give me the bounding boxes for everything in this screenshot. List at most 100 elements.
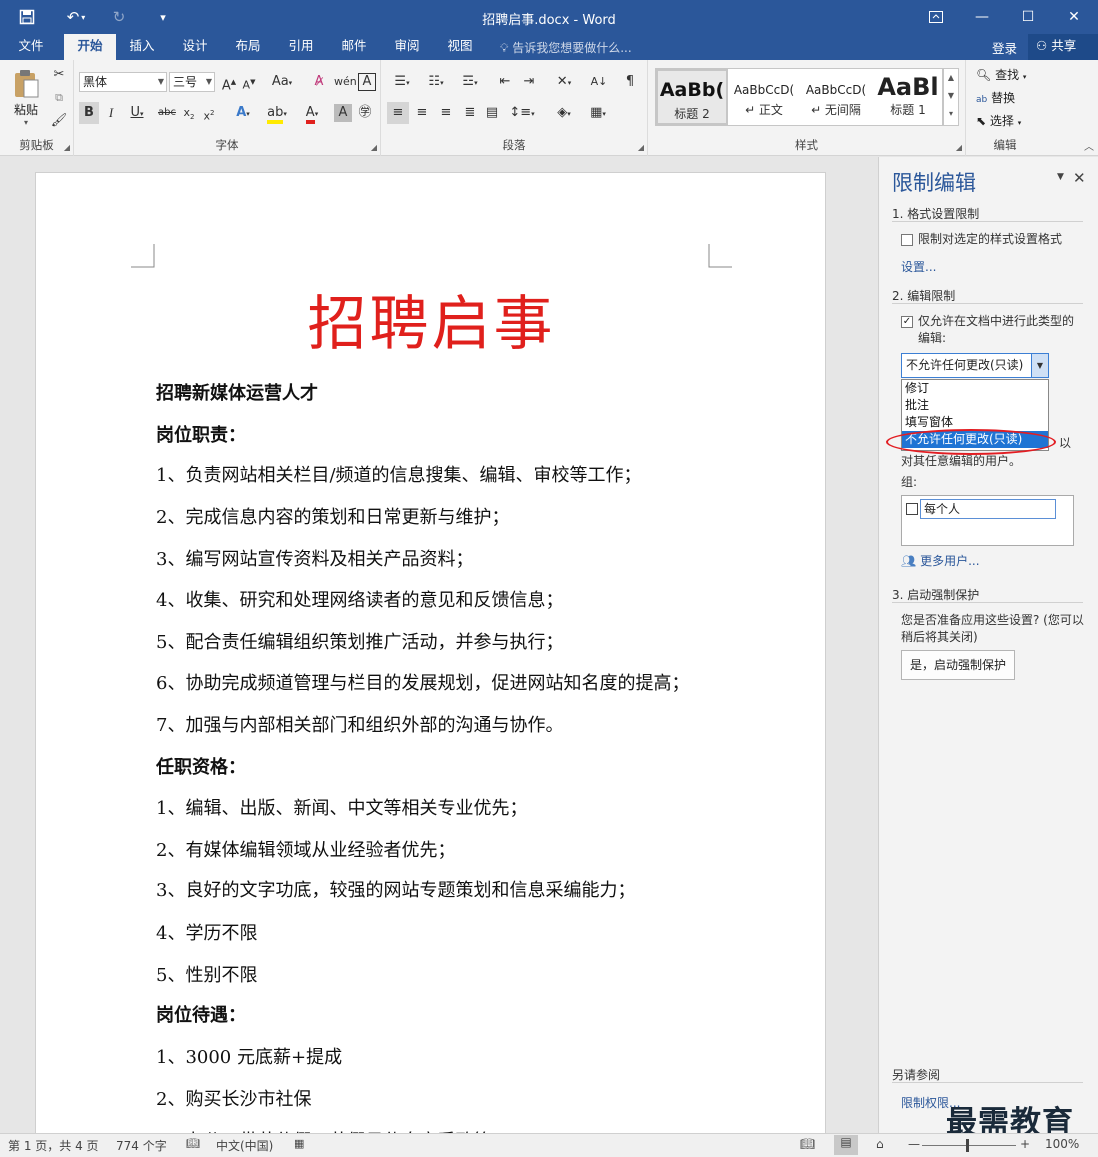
align-left-icon[interactable]: ≡: [387, 102, 409, 124]
font-color-icon[interactable]: A▾: [298, 102, 326, 124]
styles-dialog-launcher-icon[interactable]: ◢: [956, 143, 962, 152]
phonetic-guide-icon[interactable]: wén: [334, 71, 357, 93]
tab-references[interactable]: 引用: [277, 34, 325, 60]
tab-layout[interactable]: 布局: [224, 34, 272, 60]
superscript-button[interactable]: x2: [200, 102, 218, 124]
share-button[interactable]: ⚇ 共享: [1028, 34, 1098, 60]
font-name-combo[interactable]: 黑体 ▼: [79, 72, 167, 92]
character-shading-icon[interactable]: A: [334, 104, 352, 122]
editing-type-select[interactable]: 不允许任何更改(只读) ▼: [901, 353, 1049, 378]
paragraph-group: ☰▾ ☷▾ ☲▾ ⇤ ⇥ ✕▾ A↓ ¶ ≡ ≡ ≡ ≣ ▤ ↕≡▾ ◈▾ ▦▾…: [381, 60, 648, 156]
highlight-color-icon[interactable]: ab▾: [262, 102, 292, 124]
tab-insert[interactable]: 插入: [118, 34, 166, 60]
everyone-item[interactable]: 每个人: [920, 499, 1056, 519]
change-case-icon[interactable]: Aa▾: [268, 71, 296, 93]
clipboard-dialog-launcher-icon[interactable]: ◢: [64, 143, 70, 152]
tab-review[interactable]: 审阅: [383, 34, 431, 60]
enforcement-question-line2: 稍后将其关闭): [901, 630, 978, 644]
distributed-icon[interactable]: ▤: [481, 102, 503, 124]
pane-close-icon[interactable]: ✕: [1073, 169, 1086, 187]
bullets-icon[interactable]: ☰▾: [387, 71, 417, 93]
clear-formatting-icon[interactable]: A̷: [310, 71, 328, 93]
font-dialog-launcher-icon[interactable]: ◢: [371, 143, 377, 152]
zoom-slider-thumb[interactable]: [966, 1139, 969, 1152]
align-right-icon[interactable]: ≡: [435, 102, 457, 124]
paste-button[interactable]: 粘贴 ▾: [8, 68, 44, 127]
show-formatting-marks-icon[interactable]: ¶: [621, 71, 639, 93]
text-effects-icon[interactable]: A▾: [230, 102, 256, 124]
style-heading-2[interactable]: AaBb( 标题 2: [656, 69, 728, 125]
tab-view[interactable]: 视图: [436, 34, 484, 60]
cut-icon[interactable]: ✂: [50, 64, 68, 86]
borders-icon[interactable]: ▦▾: [583, 102, 613, 124]
formatting-restriction-checkbox[interactable]: [901, 234, 913, 246]
underline-button[interactable]: U▾: [124, 102, 150, 124]
shrink-font-icon[interactable]: A▼: [240, 71, 258, 93]
font-size-combo[interactable]: 三号 ▼: [169, 72, 215, 92]
zoom-slider[interactable]: [922, 1145, 1016, 1146]
document-page[interactable]: 招聘启事 招聘新媒体运营人才 岗位职责： 1、负责网站相关栏目/频道的信息搜集、编辑…: [35, 172, 826, 1133]
decrease-indent-icon[interactable]: ⇤: [495, 71, 515, 93]
enclose-characters-icon[interactable]: ㊫: [356, 102, 374, 124]
increase-indent-icon[interactable]: ⇥: [519, 71, 539, 93]
start-enforcement-button[interactable]: 是，启动强制保护: [901, 650, 1015, 680]
macro-icon[interactable]: ▦: [294, 1137, 304, 1150]
web-layout-icon[interactable]: ⌂: [876, 1137, 884, 1151]
select-button[interactable]: ⬉ 选择 ▾: [976, 112, 1021, 129]
style-no-spacing[interactable]: AaBbCcD( ↵ 无间隔: [800, 69, 872, 125]
editing-restriction-checkbox[interactable]: ✓: [901, 316, 913, 328]
tab-home[interactable]: 开始: [64, 34, 116, 60]
zoom-in-icon[interactable]: +: [1020, 1137, 1030, 1151]
more-users-link[interactable]: 👥︎ 更多用户...: [901, 552, 980, 569]
minimize-icon[interactable]: —: [958, 0, 1006, 34]
align-center-icon[interactable]: ≡: [411, 102, 433, 124]
maximize-icon[interactable]: ☐: [1004, 0, 1052, 34]
paragraph-dialog-launcher-icon[interactable]: ◢: [638, 143, 644, 152]
language-indicator[interactable]: 中文(中国): [216, 1137, 273, 1154]
grow-font-icon[interactable]: A▲: [220, 71, 238, 93]
tab-design[interactable]: 设计: [171, 34, 219, 60]
settings-link[interactable]: 设置...: [901, 258, 936, 275]
bold-button[interactable]: B: [79, 102, 99, 124]
numbering-icon[interactable]: ☷▾: [421, 71, 451, 93]
character-border-icon[interactable]: A: [358, 73, 376, 91]
replace-button[interactable]: ab 替换: [976, 89, 1015, 106]
close-icon[interactable]: ✕: [1050, 0, 1098, 34]
sign-in-link[interactable]: 登录: [992, 38, 1017, 57]
word-count[interactable]: 774 个字: [116, 1137, 167, 1154]
tell-me-box[interactable]: 💡︎ 告诉我您想要做什么...: [500, 39, 632, 56]
style-preview: AaBl: [877, 73, 939, 101]
read-mode-icon[interactable]: 📖︎: [800, 1137, 815, 1151]
strikethrough-button[interactable]: abc: [156, 102, 178, 124]
option-comments[interactable]: 批注: [902, 397, 1048, 414]
justify-icon[interactable]: ≣: [459, 102, 481, 124]
style-normal[interactable]: AaBbCcD( ↵ 正文: [728, 69, 800, 125]
copy-icon[interactable]: ⧉: [50, 87, 68, 109]
ribbon-display-options-icon[interactable]: [912, 0, 960, 34]
multilevel-list-icon[interactable]: ☲▾: [455, 71, 485, 93]
find-button[interactable]: 🔍︎ 查找 ▾: [976, 66, 1026, 83]
format-painter-icon[interactable]: 🖌︎: [50, 110, 68, 132]
italic-button[interactable]: I: [101, 102, 121, 124]
page-count[interactable]: 第 1 页，共 4 页: [8, 1137, 99, 1154]
subscript-button[interactable]: x2: [180, 102, 198, 124]
option-tracked-changes[interactable]: 修订: [902, 380, 1048, 397]
proofing-icon[interactable]: 📖︎: [186, 1137, 200, 1150]
everyone-checkbox[interactable]: [906, 503, 918, 515]
collapse-ribbon-icon[interactable]: ︿: [1084, 138, 1094, 153]
shading-icon[interactable]: ◈▾: [549, 102, 579, 124]
tab-mailings[interactable]: 邮件: [330, 34, 378, 60]
see-also-heading: 另请参阅: [892, 1068, 941, 1082]
chevron-down-icon[interactable]: ▼: [1031, 354, 1048, 377]
style-heading-1[interactable]: AaBl 标题 1: [872, 69, 944, 125]
line-spacing-icon[interactable]: ↕≡▾: [507, 102, 537, 124]
sort-icon[interactable]: A↓: [589, 71, 609, 93]
zoom-out-icon[interactable]: —: [908, 1137, 920, 1151]
styles-gallery-scroll[interactable]: ▲ ▼ ▾: [943, 68, 959, 126]
asian-layout-icon[interactable]: ✕▾: [549, 71, 579, 93]
pane-options-icon[interactable]: ▼: [1057, 172, 1064, 182]
print-layout-icon[interactable]: ▤: [834, 1135, 858, 1155]
tab-file[interactable]: 文件: [6, 34, 56, 60]
paste-dropdown-icon[interactable]: ▾: [8, 118, 44, 127]
zoom-level[interactable]: 100%: [1045, 1137, 1079, 1151]
